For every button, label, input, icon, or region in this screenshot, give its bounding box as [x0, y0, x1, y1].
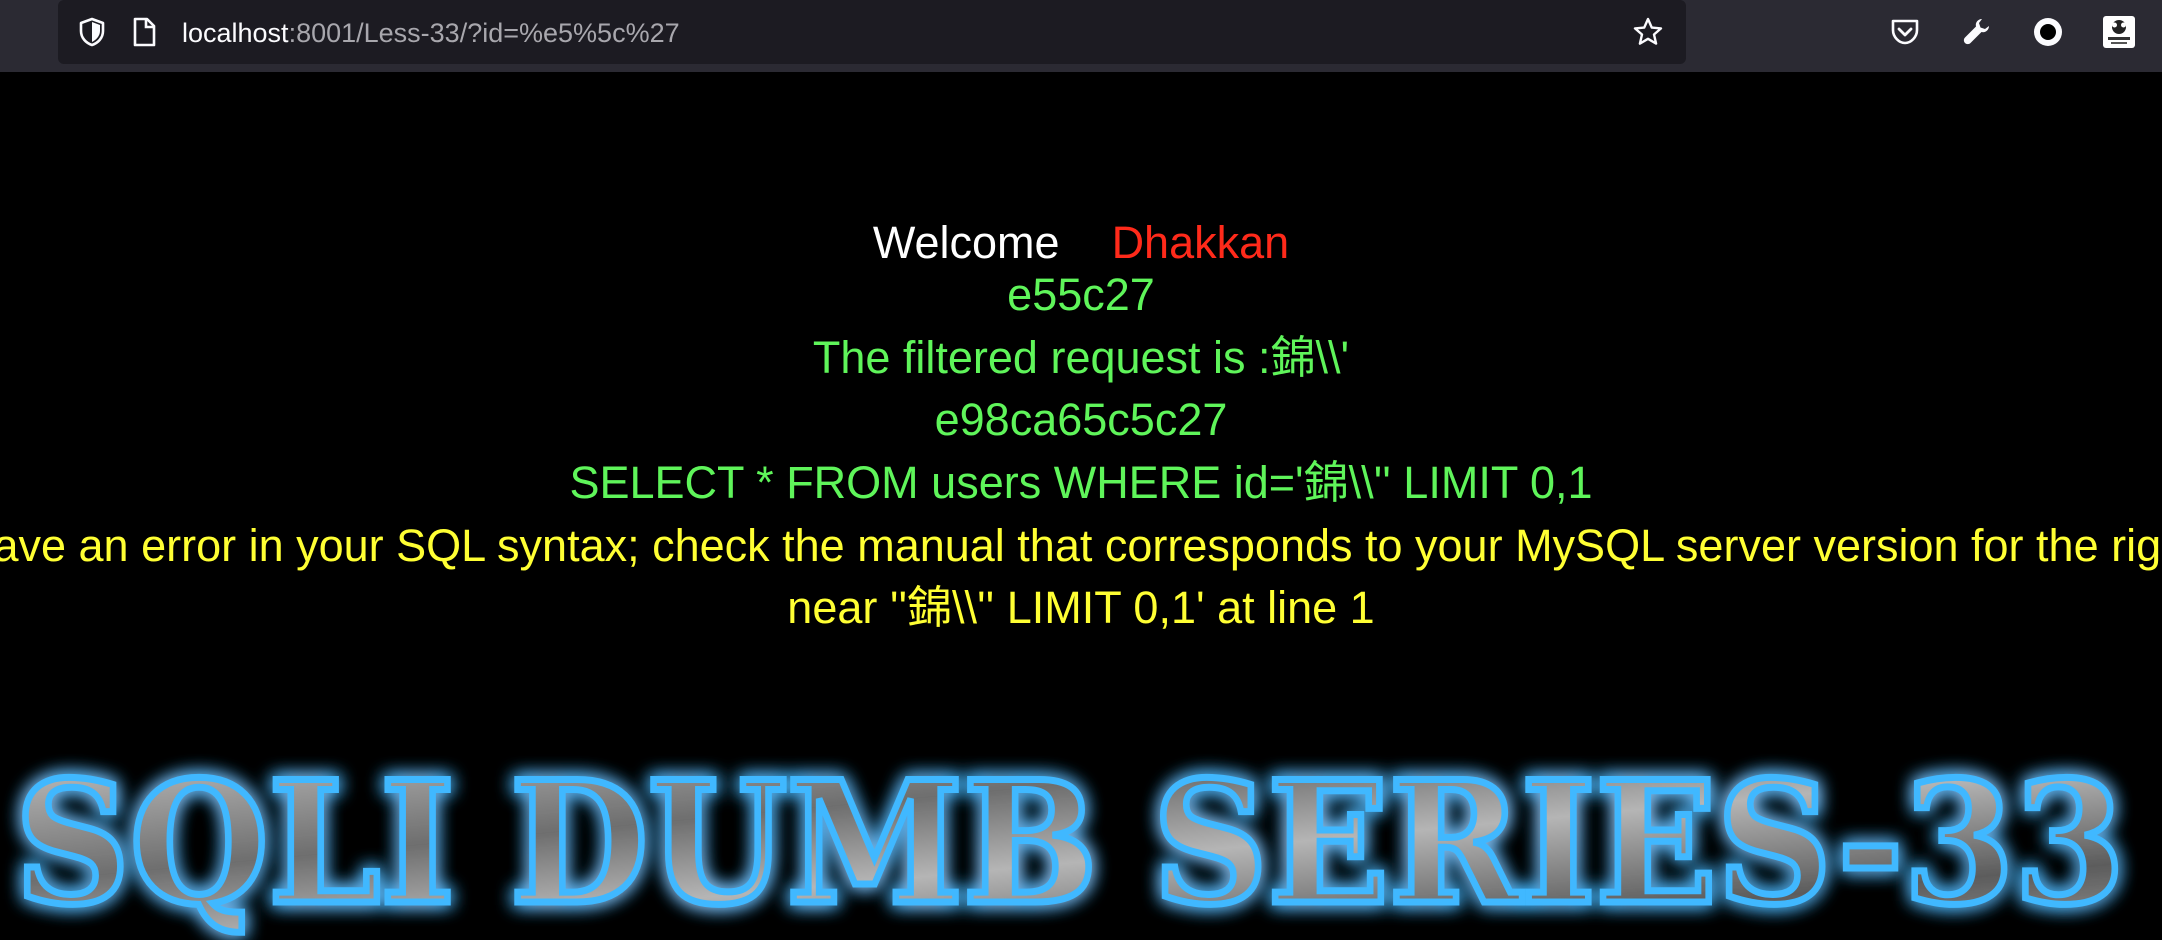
page-icon — [128, 16, 160, 48]
shield-icon[interactable] — [76, 16, 108, 48]
wrench-icon[interactable] — [1960, 15, 1994, 49]
hex-input: e55c27 — [1007, 269, 1155, 320]
url-host: localhost — [182, 18, 289, 48]
svg-text:SQLI DUMB SERIES-33: SQLI DUMB SERIES-33 — [15, 752, 2125, 940]
sql-query: SELECT * FROM users WHERE id='錦\\'' LIMI… — [569, 457, 1593, 508]
filtered-request: The filtered request is :錦\\' — [812, 332, 1350, 383]
url-text[interactable]: localhost:8001/Less-33/?id=%e5%5c%27 — [182, 17, 680, 49]
user-name: Dhakkan — [1111, 217, 1290, 268]
address-bar[interactable]: localhost:8001/Less-33/?id=%e5%5c%27 — [58, 0, 1686, 64]
extension-icon[interactable] — [2102, 15, 2136, 49]
sql-error-line-1: You have an error in your SQL syntax; ch… — [0, 520, 2162, 571]
sql-error-line-2: near ''錦\\'' LIMIT 0,1' at line 1 — [787, 582, 1375, 633]
browser-toolbar: localhost:8001/Less-33/?id=%e5%5c%27 — [0, 0, 2162, 72]
page-body: Welcome Dhakkan e55c27 The filtered reque… — [0, 72, 2162, 940]
account-icon[interactable] — [2031, 15, 2065, 49]
welcome-label: Welcome — [872, 217, 1060, 268]
star-icon[interactable] — [1632, 16, 1664, 48]
series-banner-logo: SQLI DUMB SERIES-33 — [12, 752, 2129, 940]
hex-filtered: e98ca65c5c27 — [934, 394, 1228, 445]
pocket-icon[interactable] — [1888, 15, 1922, 49]
url-path: :8001/Less-33/?id=%e5%5c%27 — [288, 18, 680, 48]
